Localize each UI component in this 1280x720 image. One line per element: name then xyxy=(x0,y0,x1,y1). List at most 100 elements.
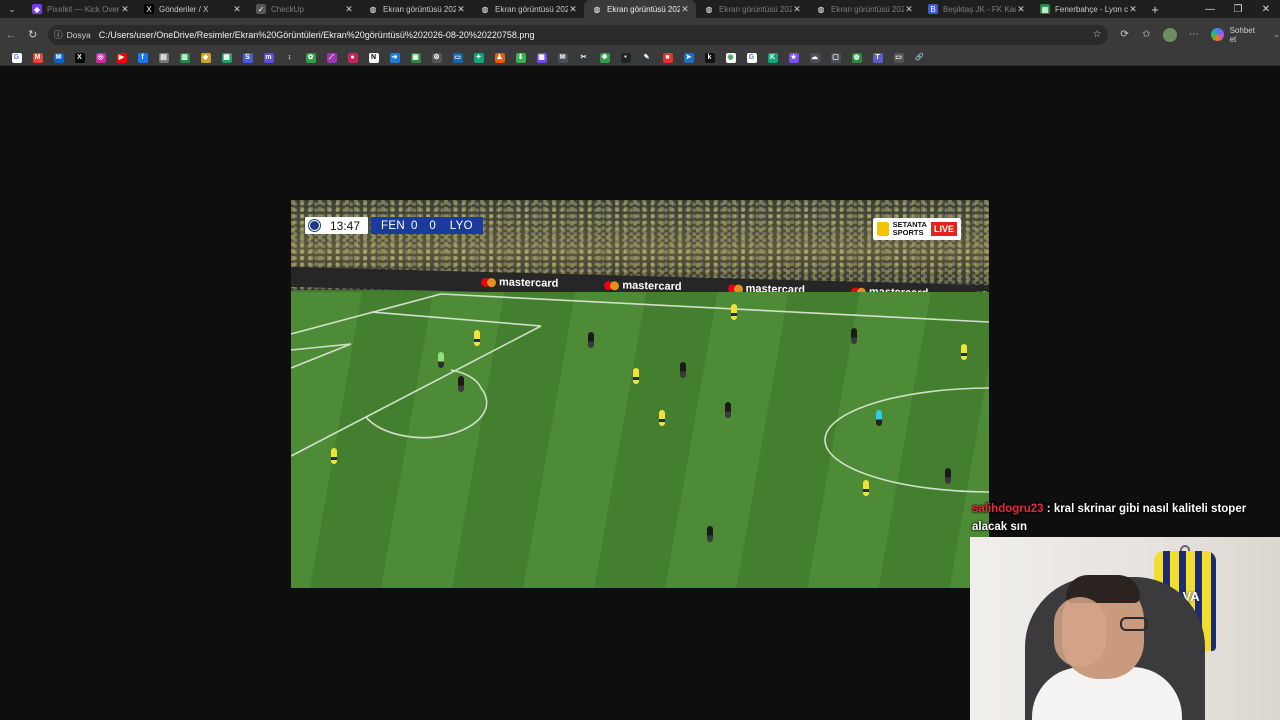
bookmark-16[interactable]: ⟋ xyxy=(321,51,342,66)
glasses xyxy=(1120,617,1148,631)
bookmark-3[interactable]: ✉ xyxy=(48,51,69,66)
bookmark-23[interactable]: ✦ xyxy=(468,51,489,66)
more-menu-icon[interactable]: ⋯ xyxy=(1183,29,1205,40)
bookmark-11[interactable]: ▦ xyxy=(216,51,237,66)
tab-close-icon[interactable]: ✕ xyxy=(1016,4,1026,15)
globe-icon: ◍ xyxy=(705,4,713,14)
tab-8[interactable]: ◍ Ekran görüntüsü 2026 ✕ xyxy=(808,0,920,18)
k-icon: K xyxy=(767,53,778,63)
x-icon: X xyxy=(144,4,154,14)
tab-2[interactable]: X Gönderiler / X ✕ xyxy=(136,0,248,18)
bookmark-25[interactable]: ⬇ xyxy=(510,51,531,66)
tab-close-icon[interactable]: ✕ xyxy=(456,4,466,15)
bookmark-1[interactable]: G xyxy=(6,51,27,66)
bookmark-star-icon[interactable]: ☆ xyxy=(1093,29,1102,40)
bookmark-8[interactable]: ▤ xyxy=(153,51,174,66)
tab-4[interactable]: ◍ Ekran görüntüsü 2026 ✕ xyxy=(360,0,472,18)
box-icon: ▣ xyxy=(410,53,421,63)
close-window-icon[interactable]: ✕ xyxy=(1252,0,1280,18)
bookmark-21[interactable]: ⚙ xyxy=(426,51,447,66)
tab-3[interactable]: ✓ CheckUp ✕ xyxy=(248,0,360,18)
notion-icon: N xyxy=(368,53,379,63)
bookmark-14[interactable]: ↕ xyxy=(279,51,300,66)
bookmark-29[interactable]: ✹ xyxy=(594,51,615,66)
bookmark-24[interactable]: ♟ xyxy=(489,51,510,66)
profile-avatar[interactable] xyxy=(1163,27,1178,42)
bookmark-10[interactable]: ◆ xyxy=(195,51,216,66)
facebook-icon: f xyxy=(137,53,148,63)
bookmark-33[interactable]: ➤ xyxy=(678,51,699,66)
bookmark-18[interactable]: N xyxy=(363,51,384,66)
chevron-down-icon[interactable]: ⌄ xyxy=(1273,30,1280,39)
bookmark-13[interactable]: m xyxy=(258,51,279,66)
tab-close-icon[interactable]: ✕ xyxy=(568,4,578,15)
bookmark-6[interactable]: ▶ xyxy=(111,51,132,66)
bookmark-37[interactable]: K xyxy=(762,51,783,66)
bookmark-7[interactable]: f xyxy=(132,51,153,66)
lyon-player xyxy=(945,468,951,484)
bookmark-44[interactable]: 🔗 xyxy=(909,51,930,66)
instagram-icon: ◎ xyxy=(95,53,106,63)
scorebug: 13:47 FEN 0 0 LYO xyxy=(305,217,483,234)
new-tab-button[interactable]: + xyxy=(1144,0,1166,18)
bookmark-39[interactable]: ☁ xyxy=(804,51,825,66)
bookmark-32[interactable]: ■ xyxy=(657,51,678,66)
bookmark-41[interactable]: ◍ xyxy=(846,51,867,66)
bookmarks-bar: G M ✉ X ◎ ▶ f ▤ ▥ ◆ ▦ Sm ↕ ✿ ⟋ ● N ➜ ▣ ⚙ ▭ ✦ ♟ ⬇ ▦ ✉ ✂ ✹ • ✎ ■ ➤ k ◉ G K ★ ☁ ▢… xyxy=(0,51,1280,66)
bookmark-27[interactable]: ✉ xyxy=(552,51,573,66)
bookmark-9[interactable]: ▥ xyxy=(174,51,195,66)
pitch xyxy=(291,292,989,588)
tab-close-icon[interactable]: ✕ xyxy=(120,4,130,15)
bookmark-2[interactable]: M xyxy=(27,51,48,66)
bookmark-28[interactable]: ✂ xyxy=(573,51,594,66)
bookmark-30[interactable]: • xyxy=(615,51,636,66)
bookmark-40[interactable]: ▢ xyxy=(825,51,846,66)
tab-close-icon[interactable]: ✕ xyxy=(232,4,242,15)
bookmark-34[interactable]: k xyxy=(699,51,720,66)
tab-9[interactable]: B Beşiktaş JK - FK Kauno✕ xyxy=(920,0,1032,18)
copilot-chat-label: Sohbet et xyxy=(1229,25,1255,44)
bookmark-35[interactable]: ◉ xyxy=(720,51,741,66)
site-info-icon[interactable]: ⓘ xyxy=(54,28,63,41)
bookmark-43[interactable]: ▭ xyxy=(888,51,909,66)
reload-icon[interactable]: ↻ xyxy=(22,24,44,46)
bookmark-5[interactable]: ◎ xyxy=(90,51,111,66)
bookmark-38[interactable]: ★ xyxy=(783,51,804,66)
url-text[interactable]: C:/Users/user/OneDrive/Resimler/Ekran%20… xyxy=(99,30,1093,40)
bookmark-22[interactable]: ▭ xyxy=(447,51,468,66)
tab-close-icon[interactable]: ✕ xyxy=(904,4,914,15)
tab-1[interactable]: ◆ Pixelkit — Kick Overlay✕ xyxy=(24,0,136,18)
bookmark-36[interactable]: G xyxy=(741,51,762,66)
favorites-icon[interactable]: ✩ xyxy=(1135,29,1157,40)
broadcaster-line2: SPORTS xyxy=(892,228,924,237)
bookmark-26[interactable]: ▦ xyxy=(531,51,552,66)
bookmark-17[interactable]: ● xyxy=(342,51,363,66)
tab-close-icon[interactable]: ✕ xyxy=(792,4,802,15)
bookmark-4[interactable]: X xyxy=(69,51,90,66)
tab-10[interactable]: ▦ Fenerbahçe - Lyon can✕ xyxy=(1032,0,1144,18)
away-team: LYO xyxy=(449,219,473,232)
refresh-page-icon[interactable]: ⟳ xyxy=(1114,29,1136,40)
back-icon[interactable]: ← xyxy=(0,24,22,46)
bookmark-19[interactable]: ➜ xyxy=(384,51,405,66)
bookmark-31[interactable]: ✎ xyxy=(636,51,657,66)
link-icon: 🔗 xyxy=(914,53,925,63)
tab-7[interactable]: ◍ Ekran görüntüsü 2026 ✕ xyxy=(696,0,808,18)
copilot-chat-button[interactable]: Sohbet et ⌄ xyxy=(1210,25,1280,44)
goalkeeper-player xyxy=(438,352,444,368)
minimize-icon[interactable]: — xyxy=(1196,0,1224,18)
pixelkit-icon: ◆ xyxy=(32,4,42,14)
tab-search-button[interactable]: ⌄ xyxy=(0,0,24,18)
circle-icon: ● xyxy=(347,53,358,63)
tab-5[interactable]: ◍ Ekran görüntüsü 2026 ✕ xyxy=(472,0,584,18)
tab-close-icon[interactable]: ✕ xyxy=(344,4,354,15)
tab-6[interactable]: ◍ Ekran görüntüsü 2026 ✕ xyxy=(584,0,696,18)
address-bar[interactable]: ⓘ Dosya C:/Users/user/OneDrive/Resimler/… xyxy=(47,24,1108,45)
bookmark-20[interactable]: ▣ xyxy=(405,51,426,66)
bookmark-12[interactable]: S xyxy=(237,51,258,66)
bookmark-42[interactable]: T xyxy=(867,51,888,66)
bookmark-15[interactable]: ✿ xyxy=(300,51,321,66)
tab-close-icon[interactable]: ✕ xyxy=(1128,4,1138,15)
tab-close-icon[interactable]: ✕ xyxy=(680,4,690,15)
restore-icon[interactable]: ❐ xyxy=(1224,0,1252,18)
